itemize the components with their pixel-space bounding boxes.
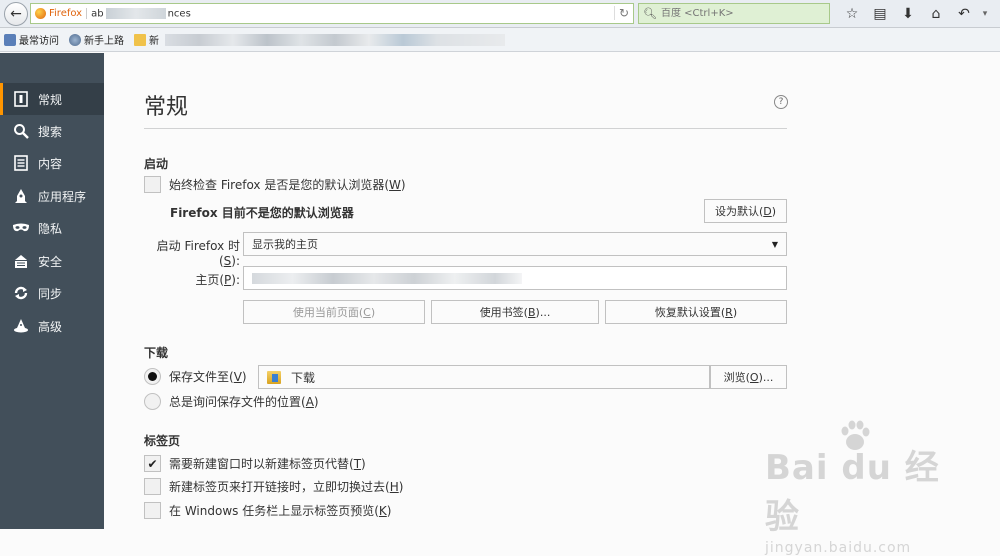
- bookmarks-menu-icon[interactable]: ▤: [866, 4, 894, 24]
- bookmark-folder[interactable]: 新: [134, 32, 159, 47]
- startup-heading: 启动: [144, 157, 169, 171]
- privacy-mask-icon: [12, 219, 30, 237]
- use-current-page-button[interactable]: 使用当前页面(C): [243, 300, 425, 324]
- sync-icon: [12, 284, 30, 302]
- switch-to-tab-checkbox[interactable]: [144, 478, 161, 495]
- switch-to-tab-label: 新建标签页来打开链接时，立即切换过去(H): [169, 480, 404, 494]
- bookmark-most-visited[interactable]: 最常访问: [4, 32, 59, 47]
- when-starts-label: 启动 Firefox 时(S):: [156, 239, 240, 268]
- search-icon: [12, 122, 30, 140]
- reload-icon[interactable]: ↻: [613, 6, 629, 20]
- watermark-url: jingyan.baidu.com: [765, 540, 912, 556]
- taskbar-previews-row[interactable]: 在 Windows 任务栏上显示标签页预览(K): [144, 502, 391, 519]
- sidebar-item-general[interactable]: 常规: [0, 83, 104, 115]
- bookmark-getting-started[interactable]: 新手上路: [69, 32, 124, 47]
- always-ask-row[interactable]: 总是询问保存文件的位置(A): [144, 393, 319, 410]
- url-bar[interactable]: Firefox ab nces ↻: [30, 3, 634, 24]
- toolbar-icons: ☆ ▤ ⬇ ⌂ ↶ ▾ ≡: [838, 4, 1000, 24]
- open-new-windows-label: 需要新建窗口时以新建标签页代替(T): [169, 457, 366, 471]
- identity-label: Firefox: [49, 8, 88, 19]
- use-bookmark-button[interactable]: 使用书签(B)...: [431, 300, 599, 324]
- switch-to-tab-row[interactable]: 新建标签页来打开链接时，立即切换过去(H): [144, 478, 403, 495]
- preferences-sidebar: 常规 搜索 内容 应用程序 隐私 安全 同步 高级: [0, 53, 104, 529]
- sidebar-item-search[interactable]: 搜索: [0, 115, 104, 147]
- security-lock-icon: [12, 252, 30, 270]
- back-arrow-icon: ←: [10, 6, 22, 22]
- page-title: 常规: [144, 95, 189, 120]
- menu-icon[interactable]: ≡: [992, 4, 1000, 24]
- folder-icon: [134, 33, 146, 46]
- downloads-heading: 下载: [144, 346, 169, 360]
- taskbar-previews-checkbox[interactable]: [144, 502, 161, 519]
- homepage-label: 主页(P):: [195, 273, 240, 287]
- bookmark-star-icon[interactable]: ☆: [838, 4, 866, 24]
- applications-icon: [12, 187, 30, 205]
- url-blurred: [105, 7, 166, 19]
- bookmarks-blurred: [165, 33, 505, 46]
- globe-icon: [69, 33, 81, 46]
- always-ask-radio[interactable]: [144, 393, 161, 410]
- baidu-jingyan-watermark: Bai du 经验 jingyan.baidu.com: [765, 420, 965, 556]
- always-check-default-label: 始终检查 Firefox 是否是您的默认浏览器(W): [169, 178, 406, 192]
- restore-default-button[interactable]: 恢复默认设置(R): [605, 300, 787, 324]
- when-starts-select[interactable]: 显示我的主页 ▼: [243, 232, 787, 256]
- search-engine-icon: 🔍︎: [643, 7, 657, 20]
- downloads-icon[interactable]: ⬇: [894, 4, 922, 24]
- open-new-windows-row[interactable]: ✔ 需要新建窗口时以新建标签页代替(T): [144, 455, 366, 472]
- help-icon[interactable]: ?: [774, 95, 788, 109]
- homepage-input[interactable]: [243, 266, 787, 290]
- download-folder-field: 下载: [258, 365, 710, 389]
- sidebar-item-applications[interactable]: 应用程序: [0, 180, 104, 212]
- dropdown-arrow-icon: ▼: [771, 239, 778, 249]
- content-icon: [12, 154, 30, 172]
- sidebar-item-advanced[interactable]: 高级: [0, 310, 104, 342]
- homepage-blurred-value: [252, 272, 522, 284]
- sidebar-item-content[interactable]: 内容: [0, 147, 104, 179]
- always-ask-label: 总是询问保存文件的位置(A): [169, 395, 319, 409]
- folder-icon: [267, 370, 281, 384]
- browse-button[interactable]: 浏览(O)...: [710, 365, 787, 389]
- save-to-radio[interactable]: [144, 368, 161, 385]
- page-icon: [4, 33, 16, 46]
- history-back-icon[interactable]: ↶: [950, 4, 978, 24]
- not-default-message: Firefox 目前不是您的默认浏览器: [170, 206, 354, 220]
- baidu-paw-icon: [841, 420, 870, 450]
- chevron-down-icon[interactable]: ▾: [978, 4, 992, 24]
- always-check-default-checkbox[interactable]: [144, 176, 161, 193]
- save-to-row[interactable]: 保存文件至(V): [144, 368, 247, 385]
- url-text[interactable]: ab nces: [91, 7, 191, 19]
- sidebar-item-sync[interactable]: 同步: [0, 277, 104, 309]
- bookmarks-toolbar: 最常访问 新手上路 新: [0, 28, 1000, 52]
- search-bar[interactable]: 🔍︎: [638, 3, 830, 24]
- home-icon[interactable]: ⌂: [922, 4, 950, 24]
- back-button[interactable]: ←: [4, 2, 28, 26]
- search-input[interactable]: [660, 8, 821, 19]
- firefox-icon: [35, 8, 46, 19]
- navigation-toolbar: ← Firefox abnces ↻ 🔍︎ ☆ ▤ ⬇ ⌂ ↶ ▾ ≡: [0, 0, 1000, 28]
- advanced-wizard-icon: [12, 317, 30, 335]
- sidebar-item-privacy[interactable]: 隐私: [0, 212, 104, 244]
- sidebar-item-security[interactable]: 安全: [0, 245, 104, 277]
- taskbar-previews-label: 在 Windows 任务栏上显示标签页预览(K): [169, 504, 392, 518]
- title-divider: [144, 128, 787, 129]
- set-default-button[interactable]: 设为默认(D): [704, 199, 787, 223]
- save-to-label: 保存文件至(V): [169, 370, 247, 384]
- general-icon: [12, 90, 30, 108]
- open-new-windows-checkbox[interactable]: ✔: [144, 455, 161, 472]
- tabs-heading: 标签页: [144, 434, 181, 448]
- always-check-default-row[interactable]: 始终检查 Firefox 是否是您的默认浏览器(W): [144, 176, 406, 193]
